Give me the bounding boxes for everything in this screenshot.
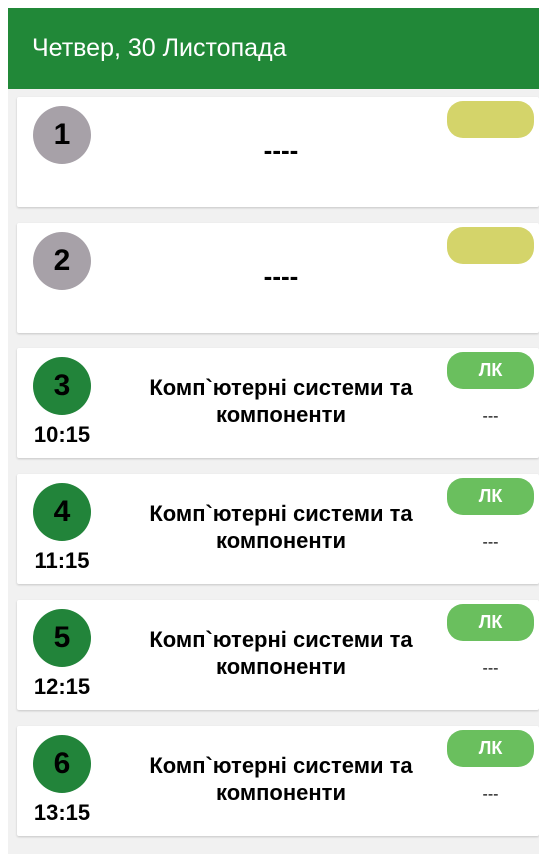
lesson-type-badge: ЛК [447,478,534,515]
lesson-subject: Комп`ютерні системи та компоненти [149,501,413,553]
lesson-type-badge [447,227,534,264]
lesson-subject: ---- [263,135,299,165]
lesson-card[interactable]: 6 13:15 Комп`ютерні системи та компонент… [17,726,539,836]
lesson-type-badge: ЛК [447,352,534,389]
lesson-room: --- [482,786,499,803]
lesson-card[interactable]: 2 ---- [17,223,539,333]
lesson-card[interactable]: 5 12:15 Комп`ютерні системи та компонент… [17,600,539,710]
lesson-number-badge: 4 [33,483,91,541]
lesson-subject: Комп`ютерні системи та компоненти [149,753,413,805]
lesson-card[interactable]: 4 11:15 Комп`ютерні системи та компонент… [17,474,539,584]
lesson-card[interactable]: 1 ---- [17,97,539,207]
lesson-time: 13:15 [33,800,91,825]
lesson-subject: Комп`ютерні системи та компоненти [149,375,413,427]
lesson-time: 10:15 [33,422,91,447]
lesson-number-badge: 5 [33,609,91,667]
lesson-number-badge: 2 [33,232,91,290]
lesson-type-badge: ЛК [447,730,534,767]
lesson-room: --- [482,660,499,677]
lesson-subject: ---- [263,261,299,291]
lesson-room: --- [482,534,499,551]
page-title: Четвер, 30 Листопада [32,34,287,62]
lesson-number-badge: 1 [33,106,91,164]
lesson-number-badge: 3 [33,357,91,415]
lesson-card[interactable]: 3 10:15 Комп`ютерні системи та компонент… [17,348,539,458]
lesson-room: --- [482,408,499,425]
lesson-subject: Комп`ютерні системи та компоненти [149,627,413,679]
app-header: Четвер, 30 Листопада [8,8,539,89]
schedule-screen: Четвер, 30 Листопада 1 ---- 2 ---- 3 10:… [8,8,539,854]
lesson-time: 12:15 [33,674,91,699]
lesson-type-badge: ЛК [447,604,534,641]
lesson-type-badge [447,101,534,138]
lesson-time: 11:15 [34,548,90,573]
lesson-number-badge: 6 [33,735,91,793]
